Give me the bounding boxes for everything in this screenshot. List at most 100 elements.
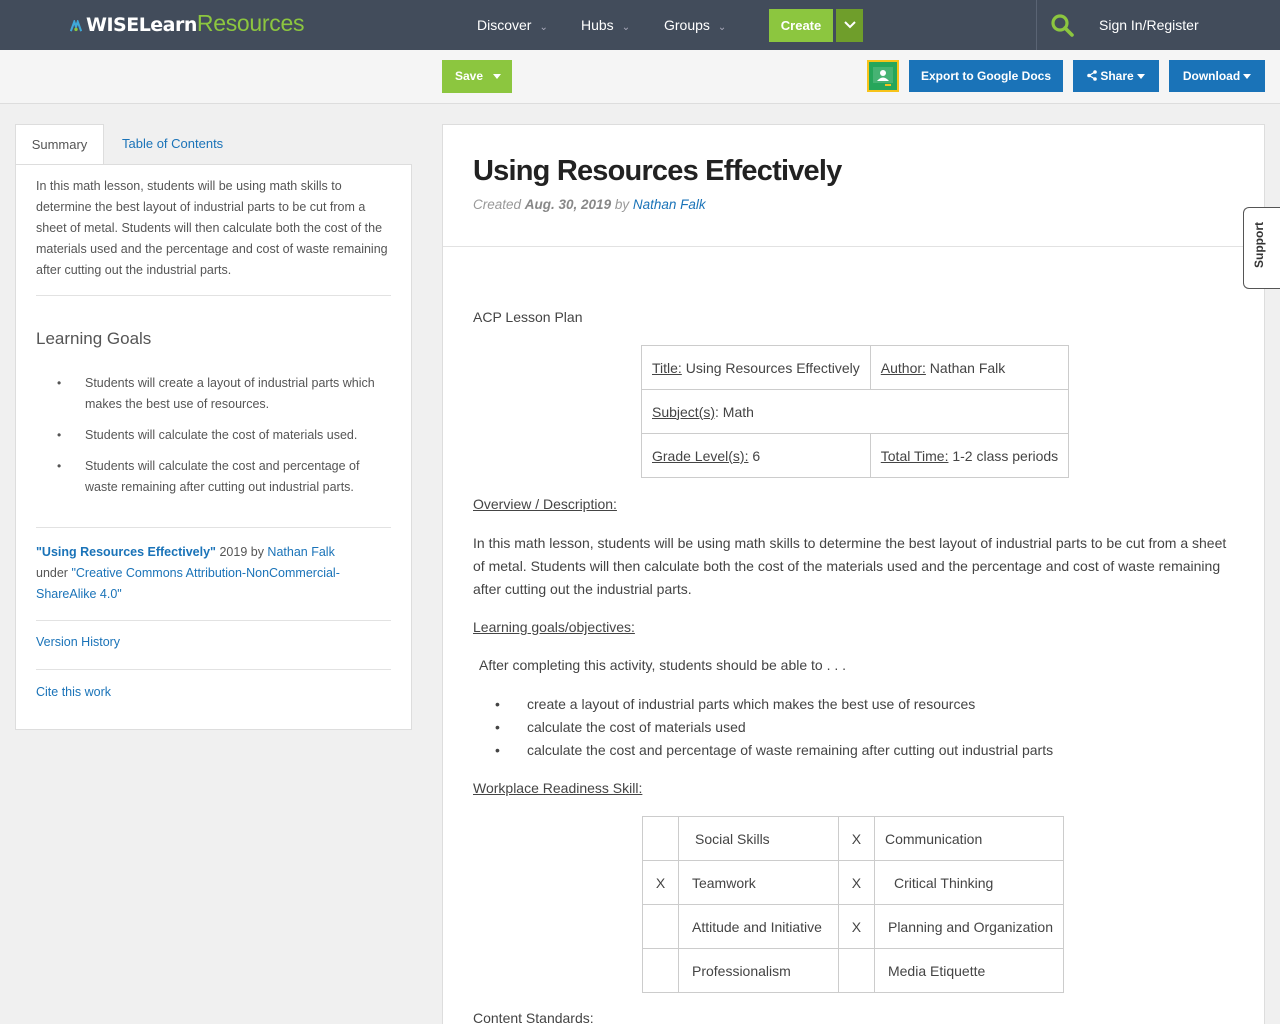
table-cell: Title: Using Resources Effectively — [641, 345, 871, 390]
sidebar-tabs: Summary Table of Contents — [15, 124, 412, 165]
skill-name: Teamwork — [677, 860, 839, 905]
list-item: Students will create a layout of industr… — [57, 373, 393, 415]
support-label: Support — [1252, 222, 1266, 268]
site-logo[interactable]: WISELearn Resources — [70, 10, 304, 40]
lesson-plan-table: Title: Using Resources Effectively Autho… — [640, 345, 1070, 478]
chevron-down-icon: ⌄ — [621, 22, 631, 33]
objectives-list: create a layout of industrial parts whic… — [495, 693, 1053, 762]
nav-discover[interactable]: Discover ⌄ — [477, 0, 548, 50]
workplace-skill-heading: Workplace Readiness Skill: — [473, 780, 643, 796]
skill-mark: X — [837, 860, 875, 905]
skill-name: Attitude and Initiative — [677, 904, 839, 949]
created-date: Aug. 30, 2019 — [524, 197, 612, 212]
skill-name: Communication — [873, 816, 1065, 861]
resource-title-link[interactable]: "Using Resources Effectively" — [36, 545, 216, 559]
nav-hubs[interactable]: Hubs ⌄ — [581, 0, 630, 50]
author-link[interactable]: Nathan Falk — [267, 545, 334, 559]
workplace-skills-table: Social Skills X Communication X Teamwork… — [642, 816, 1065, 993]
download-button-label: Download — [1182, 69, 1241, 83]
content-standards-heading: Content Standards: — [473, 1010, 594, 1024]
google-classroom-button[interactable] — [867, 60, 899, 92]
share-button[interactable]: Share — [1073, 60, 1159, 92]
table-cell: Total Time: 1-2 class periods — [869, 433, 1070, 478]
page-title: Using Resources Effectively — [473, 155, 842, 187]
skill-name: Social Skills — [677, 816, 839, 861]
nav-groups-label: Groups — [664, 17, 710, 33]
google-classroom-icon — [869, 62, 897, 90]
summary-panel: In this math lesson, students will be us… — [15, 164, 412, 730]
skill-mark — [642, 904, 679, 949]
divider — [36, 527, 391, 528]
divider — [36, 620, 391, 621]
skill-mark — [837, 948, 875, 993]
divider — [36, 669, 391, 670]
create-dropdown-button[interactable] — [836, 9, 863, 42]
share-icon — [1087, 70, 1098, 81]
objectives-intro: After completing this activity, students… — [479, 657, 847, 673]
list-item: Students will calculate the cost and per… — [57, 456, 393, 498]
overview-text: In this math lesson, students will be us… — [473, 535, 1227, 597]
download-button[interactable]: Download — [1169, 60, 1265, 92]
acp-lesson-plan-heading: ACP Lesson Plan — [473, 309, 583, 325]
overview-heading: Overview / Description: — [473, 496, 617, 512]
logo-text-resources: Resources — [196, 10, 305, 36]
table-row: Subject(s): Math — [640, 389, 1070, 434]
grade-value: 6 — [748, 447, 761, 464]
table-row: X Teamwork X Critical Thinking — [642, 860, 1065, 905]
divider — [36, 295, 391, 296]
subject-value: : Math — [715, 403, 754, 420]
grade-label: Grade Level(s): — [652, 447, 749, 464]
tab-table-of-contents[interactable]: Table of Contents — [122, 124, 223, 165]
subject-label: Subject(s) — [652, 403, 716, 420]
author-label: Author: — [880, 359, 926, 376]
caret-down-icon — [1136, 74, 1145, 80]
table-cell: Subject(s): Math — [640, 389, 1070, 434]
author-value: Nathan Falk — [925, 359, 1006, 376]
goal-text: Students will calculate the cost of mate… — [85, 428, 358, 442]
list-item: calculate the cost and percentage of was… — [495, 739, 1053, 762]
license-attribution: "Using Resources Effectively" 2019 by Na… — [36, 542, 391, 605]
caret-down-icon — [1243, 74, 1252, 80]
skill-name: Planning and Organization — [873, 904, 1065, 949]
meta-created-label: Created — [473, 197, 525, 212]
chevron-down-icon: ⌄ — [539, 22, 548, 33]
author-link[interactable]: Nathan Falk — [633, 197, 706, 212]
list-item: calculate the cost of materials used — [495, 716, 1053, 739]
license-under: under — [36, 566, 72, 580]
skill-name: Media Etiquette — [873, 948, 1065, 993]
skill-name: Professionalism — [677, 948, 839, 993]
search-icon[interactable] — [1050, 13, 1074, 37]
save-button[interactable]: Save — [442, 60, 512, 93]
skill-mark: X — [642, 860, 679, 905]
chevron-down-icon: ⌄ — [717, 22, 727, 33]
create-button[interactable]: Create — [769, 9, 833, 42]
version-history-link[interactable]: Version History — [36, 635, 120, 649]
top-navbar: WISELearn Resources Discover ⌄ Hubs ⌄ Group… — [0, 0, 1280, 50]
learning-objectives-heading: Learning goals/objectives: — [473, 619, 635, 635]
nav-hubs-label: Hubs — [581, 17, 614, 33]
caret-down-icon — [493, 74, 502, 80]
license-link[interactable]: "Creative Commons Attribution-NonCommerc… — [36, 566, 340, 601]
skill-mark: X — [837, 904, 875, 949]
table-row: Title: Using Resources Effectively Autho… — [641, 345, 1070, 390]
sign-in-register-link[interactable]: Sign In/Register — [1099, 0, 1199, 50]
support-tab[interactable]: Support — [1243, 207, 1280, 289]
tab-summary[interactable]: Summary — [15, 124, 104, 165]
resource-content-panel: Using Resources Effectively Created Aug.… — [442, 124, 1265, 1024]
skill-mark — [642, 816, 679, 861]
export-google-docs-button[interactable]: Export to Google Docs — [909, 60, 1063, 92]
nav-groups[interactable]: Groups ⌄ — [664, 0, 726, 50]
table-cell: Grade Level(s): 6 — [641, 433, 871, 478]
chevron-down-icon — [843, 21, 856, 29]
cite-this-work-link[interactable]: Cite this work — [36, 685, 111, 699]
nav-divider — [1036, 0, 1037, 50]
learning-goals-heading: Learning Goals — [36, 329, 152, 348]
learning-goals-list: Students will create a layout of industr… — [57, 373, 393, 508]
title-label: Title: — [652, 359, 682, 376]
table-row: Grade Level(s): 6 Total Time: 1-2 class … — [641, 433, 1070, 478]
table-row: Professionalism Media Etiquette — [642, 948, 1065, 993]
resource-toolbar: Save Export to Google Docs Share Downloa… — [0, 50, 1280, 104]
table-cell: Author: Nathan Falk — [869, 345, 1070, 390]
skill-mark: X — [837, 816, 875, 861]
time-label: Total Time: — [880, 447, 949, 464]
